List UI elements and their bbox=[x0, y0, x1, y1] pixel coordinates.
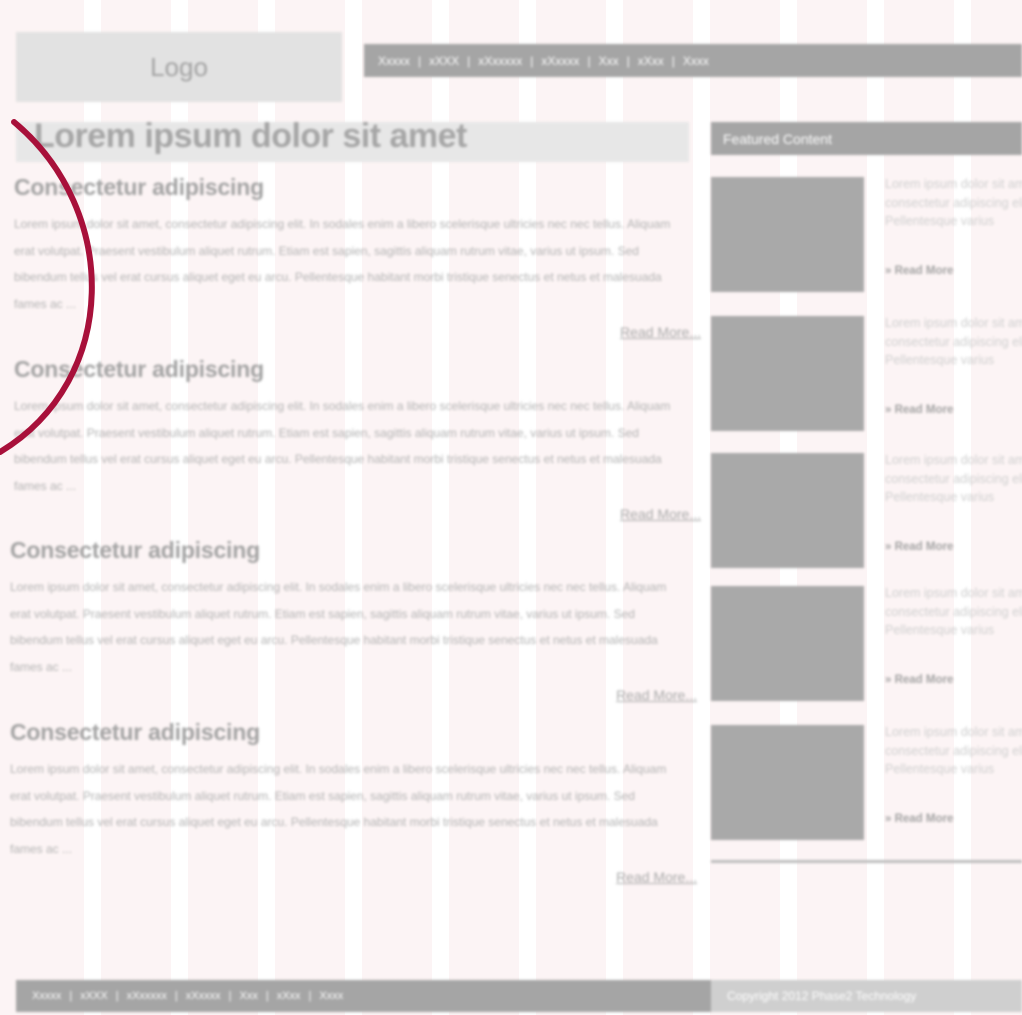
featured-text: Lorem ipsum dolor sit amet, consectetur … bbox=[885, 725, 1022, 776]
article-body: Lorem ipsum dolor sit amet, consectetur … bbox=[10, 580, 667, 674]
sidebar-divider bbox=[711, 860, 1022, 863]
nav-separator: | bbox=[587, 53, 591, 68]
wireframe-page: Logo Xxxxx | xXXX | xXxxxxx | xXxxxx | Xxx | … bbox=[0, 0, 1022, 1015]
article-body: Lorem ipsum dolor sit amet, consectetur … bbox=[10, 762, 667, 856]
read-more-link[interactable]: Read More... bbox=[616, 687, 697, 703]
featured-thumbnail[interactable] bbox=[711, 586, 864, 701]
nav-separator: | bbox=[530, 53, 534, 68]
read-more-link[interactable]: Read More... bbox=[620, 506, 701, 522]
featured-text: Lorem ipsum dolor sit amet, consectetur … bbox=[885, 586, 1022, 637]
nav-separator: | bbox=[69, 990, 73, 1002]
nav-item[interactable]: Xxx bbox=[599, 54, 619, 68]
featured-item: Lorem ipsum dolor sit amet, consectetur … bbox=[711, 725, 1022, 845]
nav-separator: | bbox=[174, 990, 178, 1002]
footer-nav: Xxxxx | xXXX | xXxxxxx | xXxxxx | Xxx | xXxx |… bbox=[16, 980, 711, 1012]
article-heading: Consectetur adipiscing bbox=[14, 356, 264, 382]
nav-separator: | bbox=[265, 990, 269, 1002]
article: Consectetur adipiscing Lorem ipsum dolor… bbox=[10, 719, 697, 889]
featured-thumbnail[interactable] bbox=[711, 316, 864, 431]
article-heading: Consectetur adipiscing bbox=[14, 174, 264, 200]
top-nav: Xxxxx | xXXX | xXxxxxx | xXxxxx | Xxx | xXxx |… bbox=[364, 44, 1022, 77]
nav-separator: | bbox=[626, 53, 630, 68]
article: Consectetur adipiscing Lorem ipsum dolor… bbox=[14, 174, 701, 344]
article-body: Lorem ipsum dolor sit amet, consectetur … bbox=[14, 217, 671, 311]
nav-separator: | bbox=[115, 990, 119, 1002]
read-more-link[interactable]: Read More... bbox=[616, 869, 697, 885]
featured-item: Lorem ipsum dolor sit amet, consectetur … bbox=[711, 586, 1022, 706]
featured-read-more-link[interactable]: » Read More bbox=[885, 265, 953, 277]
article: Consectetur adipiscing Lorem ipsum dolor… bbox=[14, 356, 701, 526]
nav-separator: | bbox=[228, 990, 232, 1002]
footer-nav-item[interactable]: xXXX bbox=[80, 990, 108, 1002]
read-more-link[interactable]: Read More... bbox=[620, 324, 701, 340]
article: Consectetur adipiscing Lorem ipsum dolor… bbox=[10, 537, 697, 707]
logo[interactable]: Logo bbox=[16, 32, 342, 102]
copyright-text: Copyright 2012 Phase2 Technology bbox=[711, 980, 1022, 1012]
featured-read-more-link[interactable]: » Read More bbox=[885, 541, 953, 553]
featured-text: Lorem ipsum dolor sit amet, consectetur … bbox=[885, 177, 1022, 228]
footer-nav-item[interactable]: xXxxxx bbox=[186, 990, 221, 1002]
article-body: Lorem ipsum dolor sit amet, consectetur … bbox=[14, 399, 671, 493]
featured-thumbnail[interactable] bbox=[711, 177, 864, 292]
nav-item[interactable]: Xxxxx bbox=[378, 54, 410, 68]
nav-item[interactable]: Xxxx bbox=[683, 54, 709, 68]
footer-nav-item[interactable]: Xxxxx bbox=[32, 990, 61, 1002]
nav-item[interactable]: xXxxxxx bbox=[478, 54, 522, 68]
footer-nav-item[interactable]: xXxx bbox=[277, 990, 301, 1002]
featured-read-more-link[interactable]: » Read More bbox=[885, 404, 953, 416]
page-title: Lorem ipsum dolor sit amet bbox=[34, 117, 467, 155]
article-heading: Consectetur adipiscing bbox=[10, 719, 260, 745]
nav-separator: | bbox=[467, 53, 471, 68]
featured-item: Lorem ipsum dolor sit amet, consectetur … bbox=[711, 177, 1022, 297]
nav-item[interactable]: xXXX bbox=[429, 54, 459, 68]
nav-separator: | bbox=[418, 53, 422, 68]
nav-separator: | bbox=[308, 990, 312, 1002]
featured-thumbnail[interactable] bbox=[711, 725, 864, 840]
featured-text: Lorem ipsum dolor sit amet, consectetur … bbox=[885, 316, 1022, 367]
featured-read-more-link[interactable]: » Read More bbox=[885, 674, 953, 686]
featured-item: Lorem ipsum dolor sit amet, consectetur … bbox=[711, 453, 1022, 573]
featured-content-header: Featured Content bbox=[711, 122, 1022, 155]
footer-nav-item[interactable]: Xxx bbox=[239, 990, 257, 1002]
featured-content-title: Featured Content bbox=[723, 130, 832, 147]
featured-read-more-link[interactable]: » Read More bbox=[885, 813, 953, 825]
logo-text: Logo bbox=[150, 51, 208, 82]
nav-item[interactable]: xXxx bbox=[638, 54, 664, 68]
article-heading: Consectetur adipiscing bbox=[10, 537, 260, 563]
footer-nav-item[interactable]: Xxxx bbox=[319, 990, 343, 1002]
featured-text: Lorem ipsum dolor sit amet, consectetur … bbox=[885, 453, 1022, 504]
nav-separator: | bbox=[671, 53, 675, 68]
nav-item[interactable]: xXxxxx bbox=[541, 54, 579, 68]
footer-nav-item[interactable]: xXxxxxx bbox=[127, 990, 167, 1002]
featured-thumbnail[interactable] bbox=[711, 453, 864, 568]
featured-item: Lorem ipsum dolor sit amet, consectetur … bbox=[711, 316, 1022, 436]
